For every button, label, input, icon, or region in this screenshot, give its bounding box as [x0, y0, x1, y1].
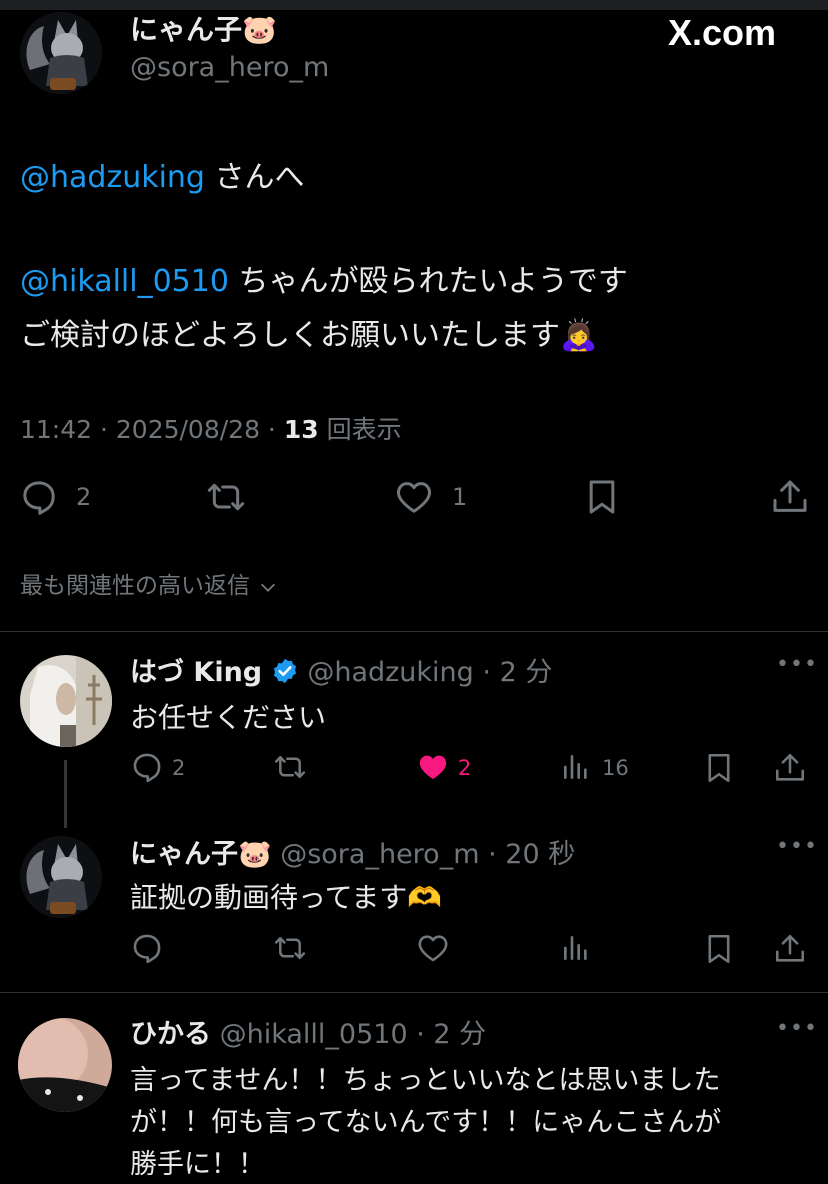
reply-handle[interactable]: @hadzuking: [307, 657, 473, 688]
top-status-strip: [0, 0, 828, 10]
reply-time[interactable]: · 2 分: [482, 657, 552, 688]
mention-link[interactable]: @hadzuking: [20, 160, 205, 195]
like-count: 1: [452, 483, 468, 511]
reply-count: 2: [76, 483, 92, 511]
reply-text-line: が！！何も言ってないんです！！にゃんこさんが: [130, 1107, 722, 1138]
reply-icon: [23, 481, 55, 515]
reply-avatar-hikalll[interactable]: [18, 1018, 112, 1112]
bookmark-icon: [708, 753, 730, 783]
reply-sort-label: 最も関連性の高い返信: [20, 573, 250, 599]
reply-handle[interactable]: @sora_hero_m: [280, 839, 479, 870]
post-timestamp-row: 11:42 · 2025/08/28 · 13 回表示: [20, 410, 402, 446]
view-count: 16: [602, 756, 629, 780]
post-timestamp[interactable]: 11:42 · 2025/08/28 ·: [20, 415, 284, 444]
share-button[interactable]: [773, 931, 807, 967]
post-text: さんへ: [204, 160, 305, 195]
x-com-watermark: X.com: [668, 12, 777, 53]
reply-handle[interactable]: @hikalll_0510: [220, 1019, 408, 1050]
post-text: ちゃんが殴られたいようです: [228, 264, 628, 299]
author-avatar[interactable]: [20, 12, 102, 94]
analytics-icon: [564, 755, 587, 779]
reply-avatar-hadzuking[interactable]: [20, 655, 112, 747]
views-count: 13: [283, 415, 319, 444]
section-divider: [0, 631, 828, 632]
share-icon: [775, 934, 805, 962]
repost-icon: [274, 756, 306, 778]
like-button[interactable]: [416, 931, 450, 965]
reply-text: 証拠の動画待ってます🫶: [130, 881, 443, 914]
reply-text-line: 言ってません！！ちょっといいなとは思いました: [130, 1065, 721, 1096]
bookmark-icon: [589, 480, 615, 514]
reply-button[interactable]: [130, 750, 164, 784]
reply-icon: [133, 934, 161, 964]
repost-icon: [207, 483, 245, 511]
views-button[interactable]: [560, 931, 592, 965]
more-options-icon[interactable]: •••: [776, 1016, 818, 1041]
repost-button[interactable]: [204, 477, 248, 517]
mention-link[interactable]: @hikalll_0510: [20, 264, 229, 299]
share-icon: [775, 753, 805, 781]
thread-connector-line: [64, 760, 67, 828]
reply-count: 2: [172, 756, 186, 780]
verified-badge-icon: [273, 658, 296, 684]
analytics-icon: [564, 936, 587, 960]
share-button[interactable]: [773, 750, 807, 786]
more-options-icon[interactable]: •••: [776, 834, 818, 859]
heart-icon: [418, 935, 448, 962]
like-button[interactable]: [416, 750, 450, 784]
repost-icon: [274, 937, 306, 959]
post-text-line-1: @hadzuking さんへ: [20, 152, 305, 196]
share-button[interactable]: [770, 476, 810, 518]
repost-button[interactable]: [272, 931, 308, 965]
reply-button[interactable]: [130, 931, 164, 965]
more-options-icon[interactable]: •••: [776, 652, 818, 677]
bookmark-button[interactable]: [702, 931, 736, 967]
author-handle[interactable]: @sora_hero_m: [130, 52, 329, 83]
reply-sort-selector[interactable]: 最も関連性の高い返信: [20, 566, 279, 600]
bookmark-button[interactable]: [582, 476, 622, 518]
reply-display-name[interactable]: はづ King: [130, 657, 262, 688]
reply-display-name[interactable]: ひかる: [130, 1019, 211, 1050]
bookmark-button[interactable]: [702, 750, 736, 786]
reply-display-name[interactable]: にゃん子🐷: [130, 839, 272, 870]
reply-avatar-sora[interactable]: [20, 836, 102, 918]
reply-divider: [0, 992, 828, 993]
reply-text: お任せください: [130, 701, 327, 734]
views-label: 回表示: [318, 415, 402, 444]
bookmark-icon: [708, 934, 730, 964]
like-count: 2: [458, 756, 472, 780]
post-text-line-3: ご検討のほどよろしくお願いいたします🙇‍♀️: [20, 318, 598, 353]
reply-button[interactable]: [19, 477, 59, 517]
reply-header: ひかる @hikalll_0510 · 2 分: [130, 1012, 486, 1051]
heart-icon: [397, 482, 431, 513]
reply-time[interactable]: · 2 分: [416, 1019, 486, 1050]
reply-header: はづ King @hadzuking · 2 分: [130, 650, 552, 689]
reply-time[interactable]: · 20 秒: [488, 839, 575, 870]
heart-filled-icon: [419, 755, 447, 780]
reply-text-line: 勝手に！！: [130, 1149, 265, 1180]
like-button[interactable]: [394, 477, 434, 517]
author-display-name[interactable]: にゃん子🐷: [130, 8, 277, 48]
reply-icon: [133, 753, 161, 783]
views-button[interactable]: [560, 750, 592, 784]
share-icon: [773, 480, 807, 512]
reply-header: にゃん子🐷 @sora_hero_m · 20 秒: [130, 832, 575, 871]
post-text-line-2: @hikalll_0510 ちゃんが殴られたいようです: [20, 256, 628, 300]
repost-button[interactable]: [272, 750, 308, 784]
chevron-down-icon: [261, 583, 276, 592]
